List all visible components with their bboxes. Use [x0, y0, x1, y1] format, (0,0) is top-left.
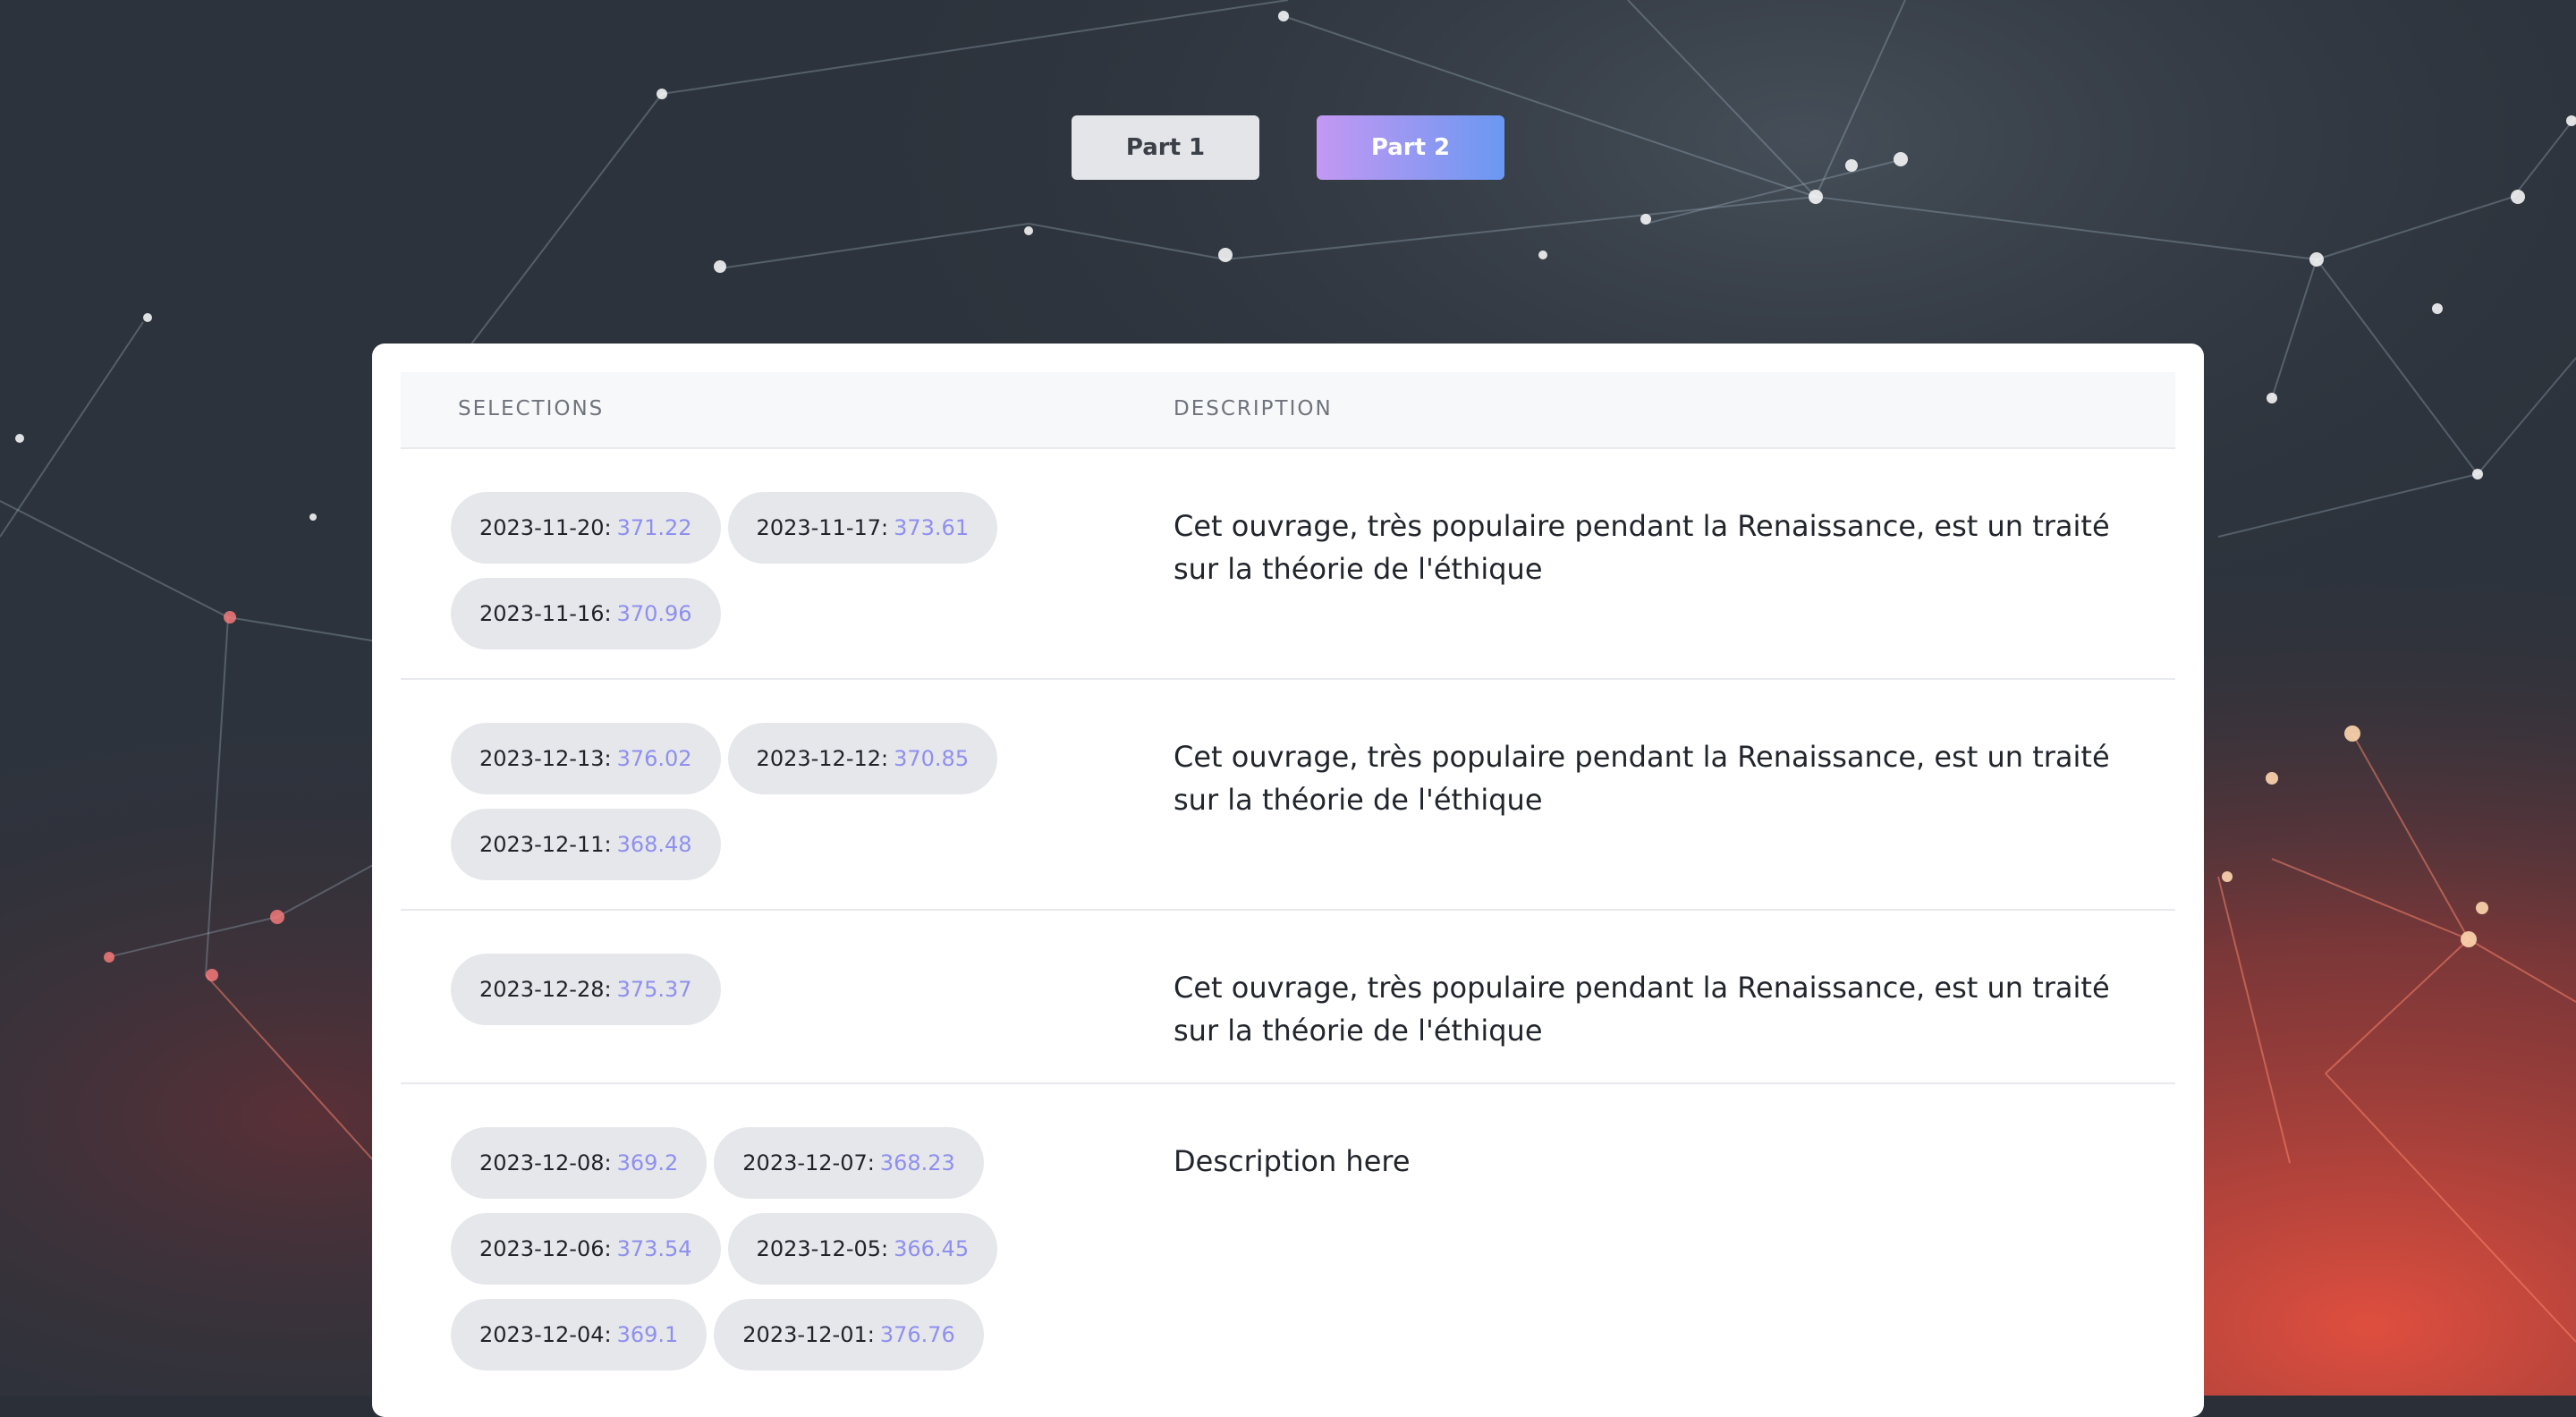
part-tabs: Part 1 Part 2 [0, 115, 2576, 180]
chip-value: 376.76 [879, 1322, 955, 1347]
table-row: 2023-12-28: 375.37 Cet ouvrage, très pop… [401, 911, 2175, 1084]
selection-chip[interactable]: 2023-12-08: 369.2 [451, 1127, 708, 1199]
chip-date: 2023-12-07: [742, 1150, 875, 1175]
selection-chips: 2023-11-20: 371.22 2023-11-17: 373.61 20… [451, 492, 1095, 649]
tab-part-1[interactable]: Part 1 [1072, 115, 1259, 180]
table-row: 2023-11-20: 371.22 2023-11-17: 373.61 20… [401, 449, 2175, 680]
selection-chip[interactable]: 2023-12-04: 369.1 [451, 1299, 708, 1370]
chip-value: 368.48 [616, 832, 692, 857]
table-header: SELECTIONS DESCRIPTION [401, 372, 2175, 449]
selection-chip[interactable]: 2023-12-28: 375.37 [451, 954, 721, 1025]
column-header-selections: SELECTIONS [458, 397, 605, 420]
selection-chips: 2023-12-13: 376.02 2023-12-12: 370.85 20… [451, 723, 1095, 880]
row-description: Cet ouvrage, très populaire pendant la R… [1174, 971, 2110, 1048]
table-row: 2023-12-08: 369.2 2023-12-07: 368.23 202… [401, 1084, 2175, 1417]
chip-value: 375.37 [616, 977, 692, 1002]
selection-chip[interactable]: 2023-12-12: 370.85 [727, 723, 998, 794]
selection-chip[interactable]: 2023-11-17: 373.61 [727, 492, 998, 564]
chip-date: 2023-12-01: [742, 1322, 875, 1347]
selection-chips: 2023-12-08: 369.2 2023-12-07: 368.23 202… [451, 1127, 1095, 1370]
chip-value: 370.85 [894, 746, 970, 771]
chip-value: 373.61 [894, 515, 970, 540]
tab-part-2[interactable]: Part 2 [1317, 115, 1504, 180]
chip-date: 2023-12-28: [479, 977, 612, 1002]
chip-date: 2023-12-04: [479, 1322, 612, 1347]
chip-value: 370.96 [616, 601, 692, 626]
row-description: Cet ouvrage, très populaire pendant la R… [1174, 509, 2110, 586]
chip-date: 2023-11-16: [479, 601, 612, 626]
chip-date: 2023-12-08: [479, 1150, 612, 1175]
chip-value: 366.45 [894, 1236, 970, 1261]
chip-date: 2023-12-06: [479, 1236, 612, 1261]
selection-chip[interactable]: 2023-12-13: 376.02 [451, 723, 721, 794]
selection-chip[interactable]: 2023-12-11: 368.48 [451, 809, 721, 880]
row-description: Cet ouvrage, très populaire pendant la R… [1174, 740, 2110, 817]
chip-date: 2023-11-20: [479, 515, 612, 540]
selection-chips: 2023-12-28: 375.37 [451, 954, 1095, 1025]
chip-date: 2023-12-11: [479, 832, 612, 857]
row-description: Description here [1174, 1144, 1411, 1178]
selections-panel: SELECTIONS DESCRIPTION 2023-11-20: 371.2… [372, 344, 2204, 1417]
selection-chip[interactable]: 2023-11-16: 370.96 [451, 578, 721, 649]
chip-date: 2023-12-05: [756, 1236, 889, 1261]
column-header-description: DESCRIPTION [1174, 397, 1333, 420]
selection-chip[interactable]: 2023-11-20: 371.22 [451, 492, 721, 564]
selection-chip[interactable]: 2023-12-01: 376.76 [714, 1299, 984, 1370]
selection-chip[interactable]: 2023-12-07: 368.23 [714, 1127, 984, 1199]
chip-value: 369.2 [616, 1150, 679, 1175]
selections-table: SELECTIONS DESCRIPTION 2023-11-20: 371.2… [401, 372, 2175, 1417]
chip-date: 2023-12-13: [479, 746, 612, 771]
chip-value: 376.02 [616, 746, 692, 771]
chip-value: 371.22 [616, 515, 692, 540]
selection-chip[interactable]: 2023-12-06: 373.54 [451, 1213, 721, 1285]
chip-date: 2023-11-17: [756, 515, 889, 540]
chip-value: 369.1 [616, 1322, 679, 1347]
selection-chip[interactable]: 2023-12-05: 366.45 [727, 1213, 998, 1285]
chip-date: 2023-12-12: [756, 746, 889, 771]
chip-value: 368.23 [879, 1150, 955, 1175]
chip-value: 373.54 [616, 1236, 692, 1261]
table-row: 2023-12-13: 376.02 2023-12-12: 370.85 20… [401, 680, 2175, 911]
